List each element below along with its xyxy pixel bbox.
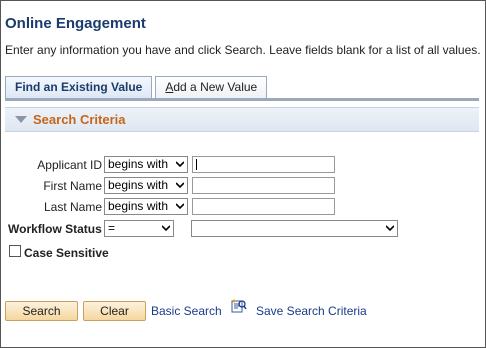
first-name-input[interactable] bbox=[192, 177, 335, 194]
chevron-down-icon bbox=[176, 203, 184, 210]
workflow-status-operator-select[interactable]: = bbox=[104, 220, 174, 237]
page-title: Online Engagement bbox=[5, 15, 146, 32]
last-name-input[interactable] bbox=[192, 198, 335, 215]
chevron-down-icon bbox=[176, 161, 184, 168]
tab-add-new-value-label: dd a New Value bbox=[173, 80, 258, 94]
chevron-down-icon bbox=[162, 225, 170, 232]
save-search-criteria-link[interactable]: Save Search Criteria bbox=[256, 304, 367, 318]
applicant-id-operator-select[interactable]: begins with bbox=[104, 156, 188, 173]
last-name-label: Last Name bbox=[43, 200, 102, 214]
applicant-id-label: Applicant ID bbox=[37, 158, 102, 172]
workflow-status-label: Workflow Status bbox=[8, 222, 102, 236]
tab-divider bbox=[5, 98, 479, 101]
workflow-status-value-select[interactable] bbox=[191, 220, 398, 237]
chevron-down-icon bbox=[176, 182, 184, 189]
case-sensitive-checkbox[interactable] bbox=[9, 245, 21, 257]
last-name-operator-select[interactable]: begins with bbox=[104, 198, 188, 215]
instructions-text: Enter any information you have and click… bbox=[5, 43, 481, 57]
tab-add-new-value[interactable]: Add a New Value bbox=[155, 76, 268, 98]
collapse-arrow-icon[interactable] bbox=[15, 116, 27, 123]
clear-button[interactable]: Clear bbox=[83, 301, 146, 321]
search-button[interactable]: Search bbox=[5, 301, 78, 321]
first-name-label: First Name bbox=[43, 179, 102, 193]
save-search-icon[interactable] bbox=[231, 298, 247, 314]
tab-find-existing-value[interactable]: Find an Existing Value bbox=[5, 76, 153, 98]
last-name-operator-value: begins with bbox=[108, 199, 169, 213]
search-criteria-header[interactable]: Search Criteria bbox=[5, 107, 479, 132]
basic-search-link[interactable]: Basic Search bbox=[151, 304, 222, 318]
text-cursor bbox=[196, 159, 197, 170]
case-sensitive-label: Case Sensitive bbox=[24, 246, 109, 260]
section-title: Search Criteria bbox=[33, 112, 126, 127]
first-name-operator-value: begins with bbox=[108, 178, 169, 192]
tab-find-existing-value-label: Find an Existing Value bbox=[15, 80, 143, 94]
applicant-id-input[interactable] bbox=[192, 156, 335, 173]
chevron-down-icon bbox=[386, 225, 394, 232]
applicant-id-operator-value: begins with bbox=[108, 157, 169, 171]
first-name-operator-select[interactable]: begins with bbox=[104, 177, 188, 194]
tab-bar: Find an Existing Value Add a New Value bbox=[5, 76, 270, 98]
workflow-status-operator-value: = bbox=[108, 221, 116, 235]
